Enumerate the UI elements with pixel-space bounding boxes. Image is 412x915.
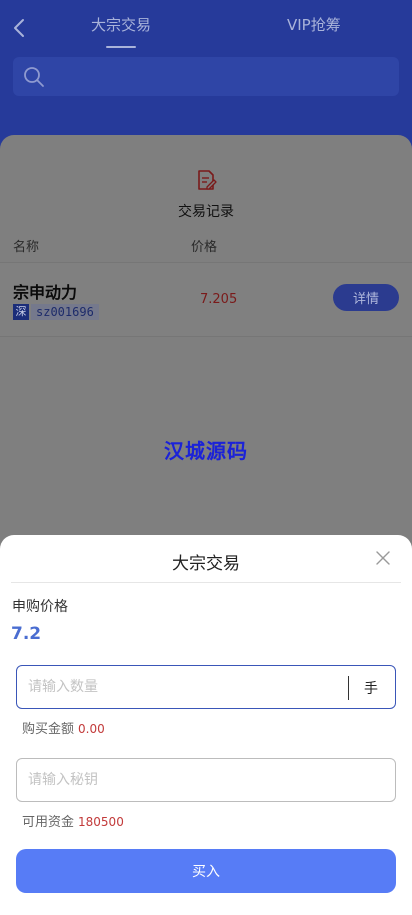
quantity-input[interactable]: [28, 666, 338, 708]
stock-code: sz001696: [31, 304, 99, 320]
quantity-field[interactable]: 手: [16, 665, 396, 709]
tab-vip-rush[interactable]: VIP抢筹: [287, 14, 341, 35]
quantity-unit: 手: [364, 681, 378, 697]
unit-separator: [348, 676, 349, 700]
column-header-name: 名称: [13, 240, 40, 255]
search-icon: [24, 67, 44, 87]
stock-price: 7.205: [200, 292, 238, 307]
search-input[interactable]: [55, 57, 391, 96]
bulk-trade-sheet: 大宗交易 申购价格 7.2 手 购买金额0.00 可用资金180500 买入: [0, 535, 412, 915]
secret-key-field[interactable]: [16, 758, 396, 802]
column-header-price: 价格: [191, 240, 218, 255]
details-button[interactable]: 详情: [333, 284, 399, 311]
stock-name: 宗申动力: [13, 283, 78, 302]
available-funds-label: 可用资金: [22, 815, 75, 830]
close-icon[interactable]: [374, 549, 392, 567]
tab-bulk-trade[interactable]: 大宗交易: [91, 14, 151, 35]
sheet-title: 大宗交易: [172, 554, 240, 574]
watermark-text: 汉城源码: [164, 439, 248, 463]
search-box[interactable]: [13, 57, 399, 96]
active-tab-indicator: [106, 46, 136, 48]
purchase-amount-value: 0.00: [78, 722, 105, 736]
divider: [11, 582, 401, 583]
purchase-amount-label: 购买金额: [22, 722, 75, 737]
subscribe-price-label: 申购价格: [12, 599, 68, 615]
chevron-left-icon[interactable]: [8, 14, 32, 42]
secret-key-input[interactable]: [28, 759, 384, 801]
buy-button[interactable]: 买入: [16, 849, 396, 893]
trade-records-link[interactable]: 交易记录: [0, 201, 412, 221]
subscribe-price-value: 7.2: [11, 624, 42, 644]
table-row[interactable]: 宗申动力 深 sz001696 7.205 详情: [0, 263, 412, 337]
exchange-badge: 深: [13, 304, 29, 320]
document-edit-icon[interactable]: [195, 169, 217, 191]
available-funds-row: 可用资金 180500: [22, 811, 124, 830]
page: 大宗交易 VIP抢筹 交易记录 名称 价格 宗申动力 深 sz001696 7.…: [0, 0, 412, 915]
available-funds-value: 180500: [78, 815, 124, 829]
purchase-amount-row: 购买金额 0.00: [22, 718, 105, 737]
